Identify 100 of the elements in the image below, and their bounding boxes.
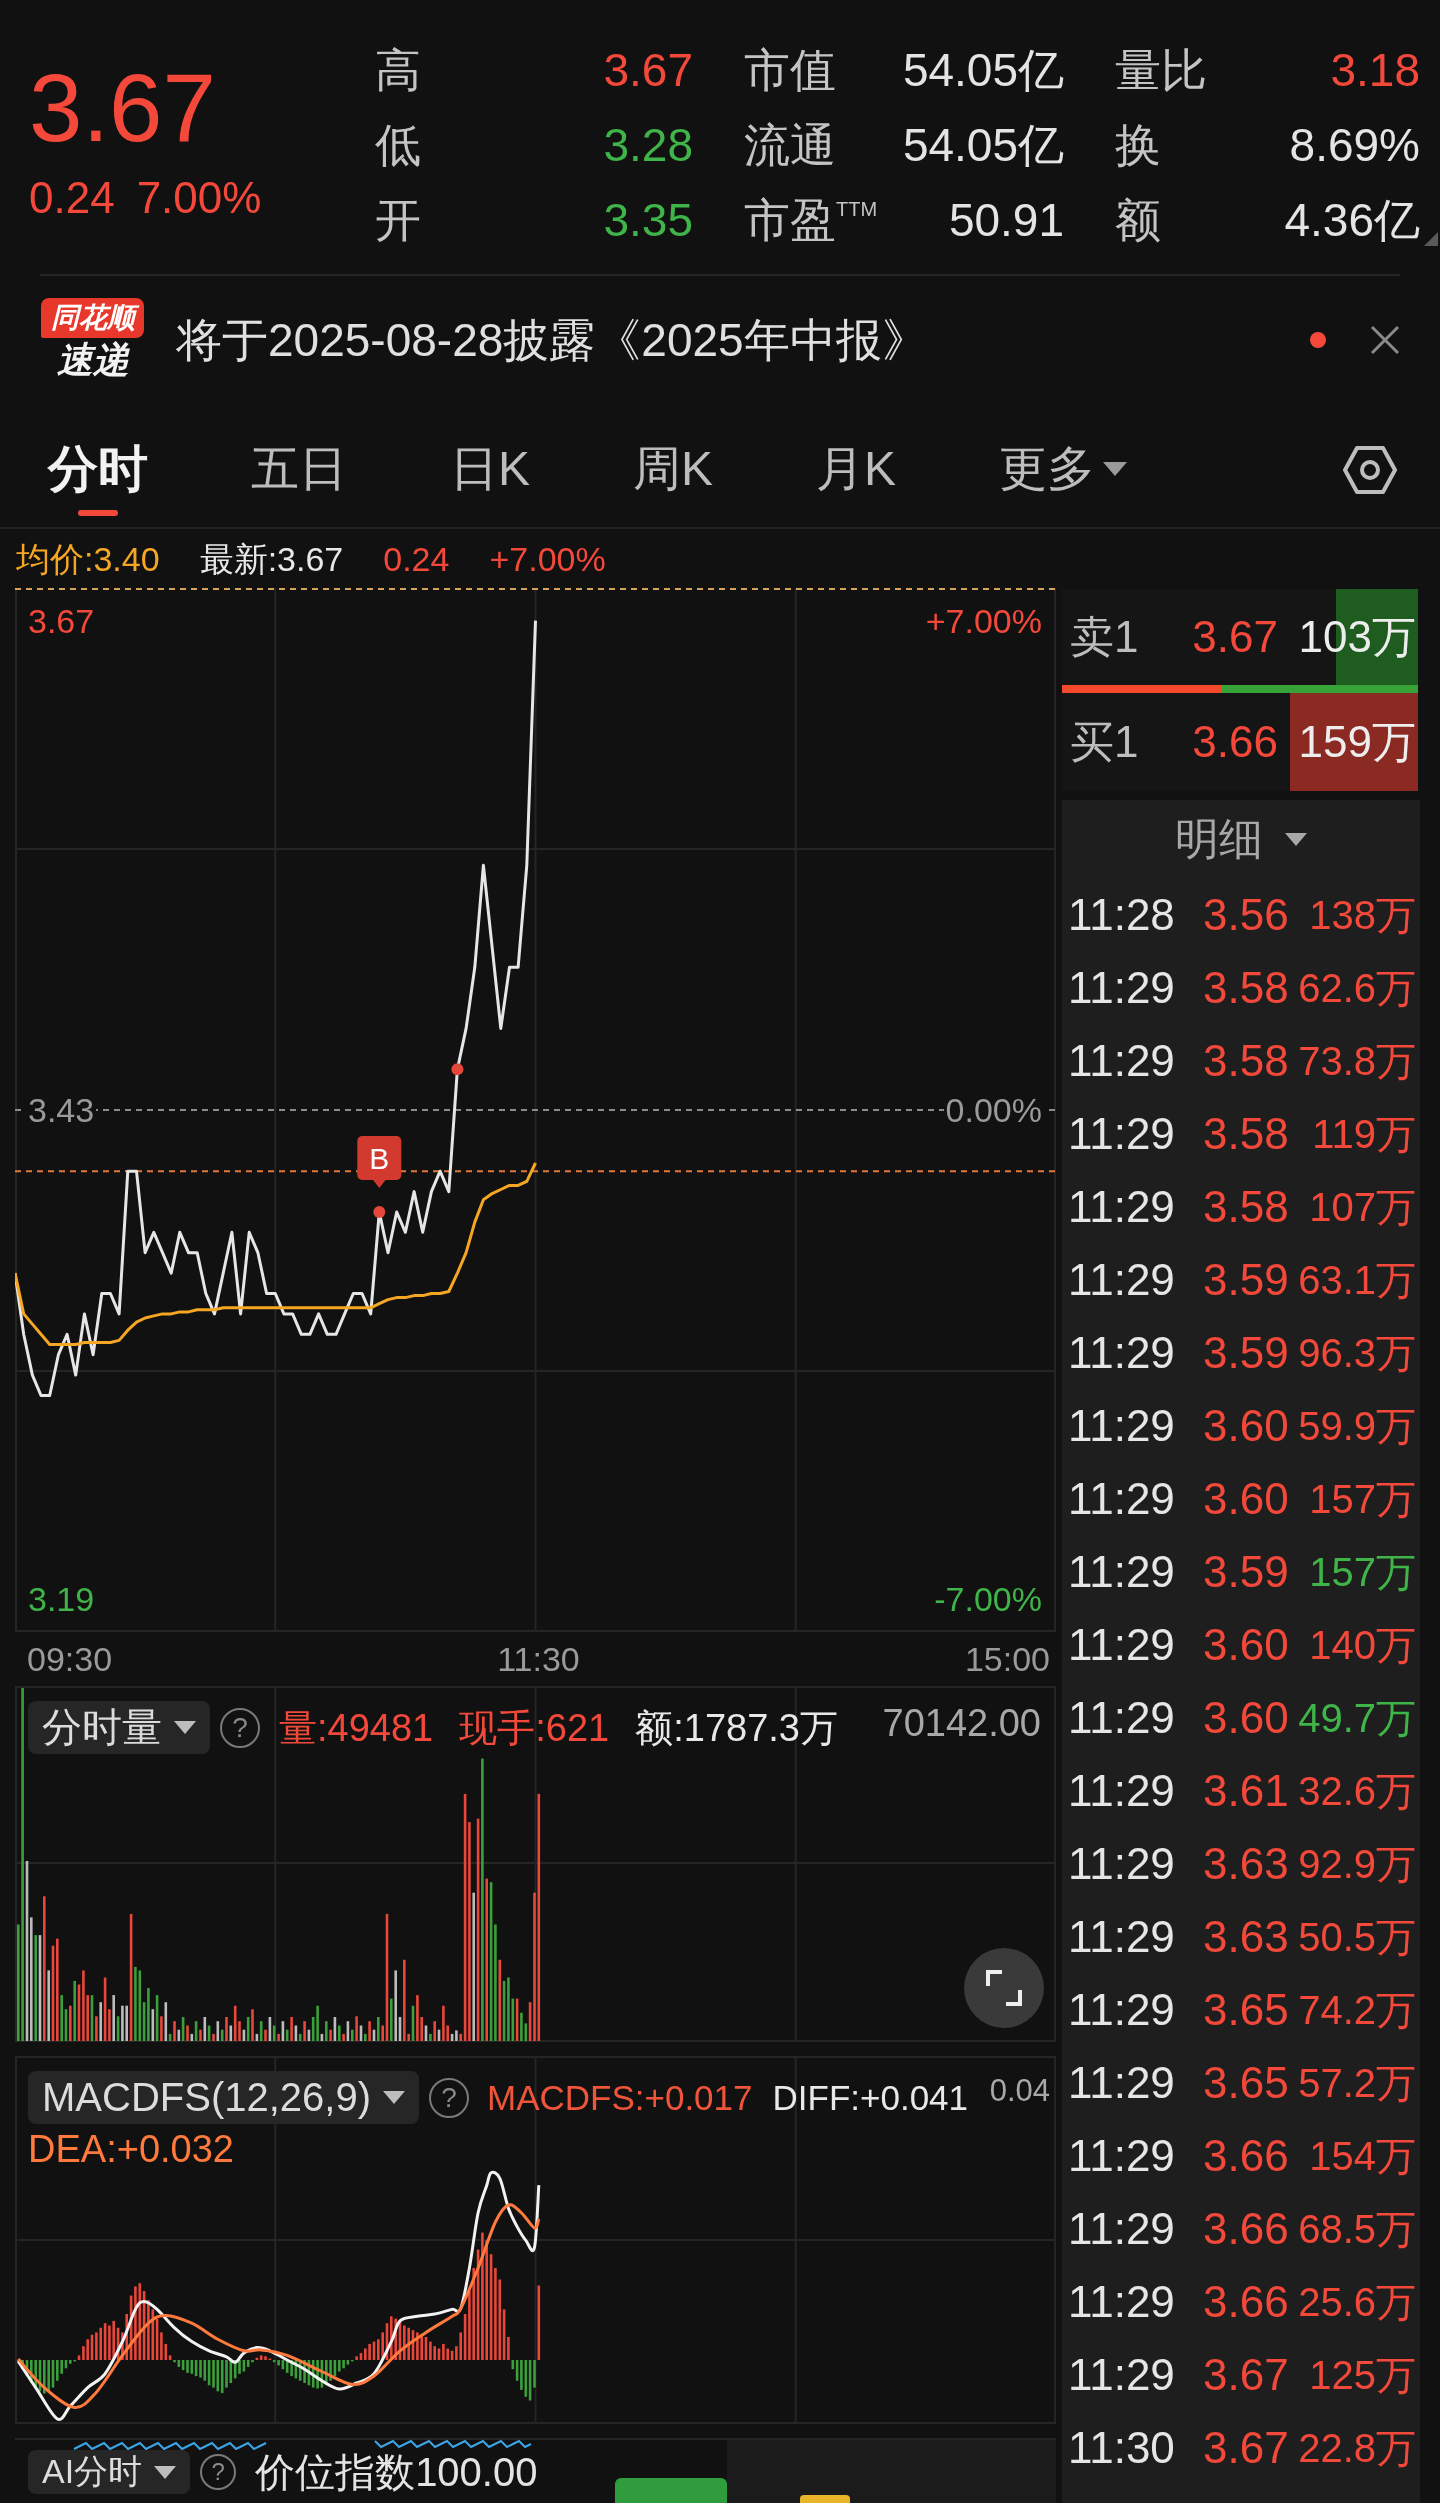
order-price: 3.66 [1191, 717, 1278, 767]
trade-time: 11:29 [1067, 1619, 1176, 1670]
help-button[interactable]: ? [220, 1707, 260, 1748]
marker-icon [800, 2495, 850, 2503]
trade-price: 3.65 [1203, 1984, 1290, 2035]
indicator-selector[interactable]: 分时量 [28, 1701, 210, 1754]
caret-icon [1103, 461, 1128, 476]
trade-volume: 49.7万 [1298, 1694, 1417, 1742]
percent-change: 7.00% [136, 173, 262, 223]
tab[interactable]: 分时 [48, 412, 148, 527]
close-icon[interactable] [1370, 325, 1400, 355]
order-level-label: 卖1 [1069, 612, 1140, 662]
trade-volume: 59.9万 [1298, 1402, 1417, 1450]
tab[interactable]: 更多 [999, 412, 1128, 527]
trade-price: 3.65 [1203, 2057, 1290, 2108]
brand-logo-text: 速递 [56, 338, 129, 382]
detail-dropdown[interactable]: 明细 [1062, 800, 1420, 878]
stat-value: 50.91 [948, 193, 1064, 247]
trade-price: 3.58 [1203, 1181, 1290, 1232]
time-axis-label: 15:00 [964, 1639, 1050, 1679]
help-button[interactable]: ? [429, 2077, 469, 2118]
tab[interactable]: 月K [816, 412, 897, 527]
trade-price: 3.59 [1203, 1546, 1290, 1597]
percent-change-readout: +7.00% [489, 538, 606, 579]
trade-time: 11:29 [1067, 1254, 1176, 1305]
trade-time: 11:29 [1067, 2349, 1176, 2400]
stat-value: 3.35 [603, 193, 693, 247]
stat-label: 额 [1115, 193, 1161, 247]
trade-volume: 138万 [1309, 891, 1417, 939]
trade-volume: 62.6万 [1298, 964, 1417, 1012]
settings-icon[interactable] [1343, 444, 1397, 495]
tab[interactable]: 五日 [251, 412, 347, 527]
stat-label: 市盈$^{TTM}$ [744, 193, 878, 247]
trade-volume: 57.2万 [1298, 2059, 1417, 2107]
tab[interactable]: 日K [450, 412, 530, 527]
trade-price: 3.58 [1203, 1035, 1290, 1086]
trade-time: 11:29 [1067, 2057, 1176, 2108]
trade-time: 11:29 [1067, 1546, 1176, 1597]
trade-price: 3.58 [1203, 1108, 1290, 1159]
trade-time: 11:29 [1067, 1473, 1176, 1524]
stat-label: 流通 [744, 118, 836, 172]
trade-price: 3.63 [1203, 1911, 1290, 1962]
indicator-selector[interactable]: MACDFS(12,26,9) [28, 2071, 419, 2124]
expand-icon [986, 1970, 1022, 2006]
notice-text[interactable]: 将于2025-08-28披露《2025年中报》 [176, 312, 928, 368]
latest-price-readout: 最新:3.67 [199, 538, 344, 579]
indicator-selector[interactable]: AI分时 [28, 2450, 191, 2494]
trade-volume: 92.9万 [1298, 1840, 1417, 1888]
corner-triangle-icon [1424, 232, 1438, 246]
order-price: 3.67 [1191, 612, 1278, 662]
trade-price: 3.60 [1203, 1619, 1290, 1670]
trade-time: 11:29 [1067, 1400, 1176, 1451]
tab[interactable]: 周K [633, 412, 714, 527]
trade-volume: 74.2万 [1298, 1986, 1417, 2034]
price-position-index: 价位指数100.00 [255, 2450, 538, 2494]
trade-time: 11:29 [1067, 2203, 1176, 2254]
trade-price: 3.67 [1203, 2422, 1290, 2473]
stat-value: 4.36亿 [1284, 193, 1420, 247]
trade-volume: 154万 [1309, 2132, 1417, 2180]
price-change-readout: 0.24 [383, 538, 450, 579]
stat-value: 3.28 [603, 118, 693, 172]
caret-icon [1285, 832, 1307, 846]
trade-time: 11:29 [1067, 962, 1176, 1013]
trade-price: 3.60 [1203, 1692, 1290, 1743]
trade-volume: 157万 [1309, 1548, 1417, 1596]
macd-scale-label: 0.04 [989, 2072, 1050, 2110]
trade-time: 11:29 [1067, 1692, 1176, 1743]
trade-time: 11:29 [1067, 1327, 1176, 1378]
trade-price: 3.59 [1203, 1327, 1290, 1378]
dot-marker-icon [373, 1206, 386, 1218]
stat-label: 高 [375, 43, 421, 97]
trade-price: 3.56 [1203, 889, 1290, 940]
trade-volume: 125万 [1309, 2351, 1417, 2399]
caret-icon [383, 2091, 405, 2104]
dea-readout: DEA:+0.032 [28, 2127, 234, 2171]
trade-price: 3.61 [1203, 1765, 1290, 1816]
stat-value: 54.05亿 [902, 118, 1064, 172]
trade-time: 11:29 [1067, 2130, 1176, 2181]
order-volume: 103万 [1298, 612, 1417, 662]
trade-volume: 119万 [1312, 1110, 1417, 1158]
stat-label: 市值 [744, 43, 836, 97]
volume-scale-label: 70142.00 [882, 1701, 1041, 1745]
volume-readout: 量:49481 [279, 1705, 434, 1750]
trade-price: 3.59 [1203, 1254, 1290, 1305]
trade-time: 11:29 [1067, 1984, 1176, 2035]
stat-value: 3.18 [1330, 43, 1420, 97]
stat-label: 开 [375, 193, 421, 247]
stat-label: 量比 [1115, 43, 1207, 97]
trade-volume: 157万 [1309, 1475, 1417, 1523]
caret-icon [154, 2465, 177, 2479]
order-volume: 159万 [1298, 717, 1417, 767]
trade-volume: 140万 [1309, 1621, 1417, 1669]
trade-volume: 96.3万 [1298, 1329, 1417, 1377]
trade-price: 3.66 [1203, 2130, 1290, 2181]
help-button[interactable]: ? [200, 2454, 237, 2490]
time-axis-label: 09:30 [27, 1639, 113, 1679]
trade-price: 3.66 [1203, 2276, 1290, 2327]
trade-volume: 63.1万 [1298, 1256, 1417, 1304]
time-axis-label: 11:30 [497, 1639, 580, 1679]
trade-time: 11:28 [1067, 889, 1176, 940]
